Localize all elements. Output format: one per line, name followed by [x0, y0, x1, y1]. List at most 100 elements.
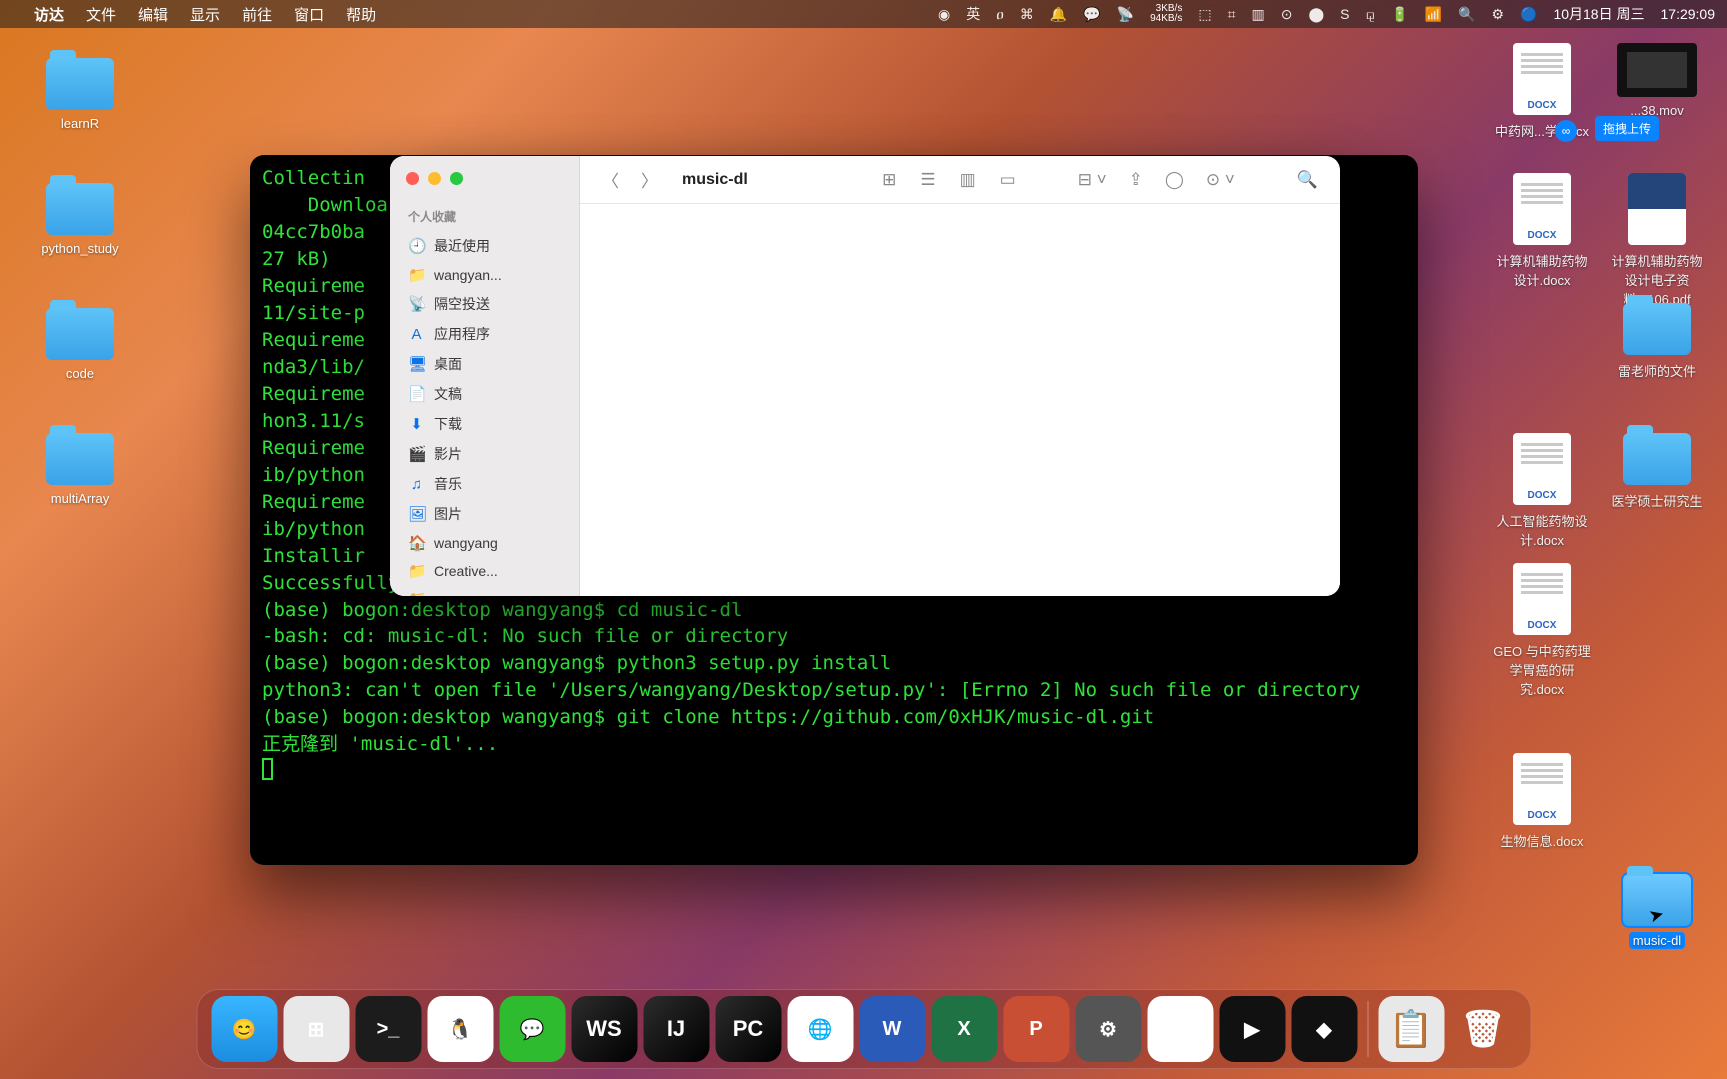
- sidebar-item[interactable]: 🎬影片: [390, 439, 579, 469]
- dock-app-chrome[interactable]: 🌐: [787, 996, 853, 1062]
- dock-app-qq[interactable]: 🐧: [427, 996, 493, 1062]
- sidebar-item[interactable]: 🕘最近使用: [390, 231, 579, 261]
- menu-edit[interactable]: 编辑: [138, 4, 168, 25]
- sidebar-icon: 📁: [408, 562, 425, 580]
- network-stats: 3KB/s94KB/s: [1150, 4, 1182, 24]
- sidebar-label: Creative...: [434, 563, 498, 579]
- finder-window[interactable]: 个人收藏 🕘最近使用📁wangyan...📡隔空投送A应用程序🖥桌面📄文稿⬇下载…: [390, 156, 1340, 596]
- desktop-item[interactable]: 人工智能药物设计.docx: [1492, 433, 1592, 549]
- dock-app-terminal[interactable]: >_: [355, 996, 421, 1062]
- dock-app-word[interactable]: W: [859, 996, 925, 1062]
- menu-help[interactable]: 帮助: [346, 4, 376, 25]
- search-button[interactable]: 🔍: [1291, 166, 1324, 194]
- sidebar-item[interactable]: 📄文稿: [390, 379, 579, 409]
- group-button[interactable]: ⊟ ˅: [1072, 166, 1113, 194]
- sidebar-item[interactable]: A应用程序: [390, 319, 579, 349]
- status-icon[interactable]: ⊙: [1281, 6, 1293, 23]
- desktop-item[interactable]: 中药网...学.docx: [1492, 43, 1592, 140]
- bluetooth-icon[interactable]: ⚼: [1365, 6, 1375, 23]
- cloud-sync-badge[interactable]: ∞: [1555, 120, 1577, 142]
- desktop-item[interactable]: 医学硕士研究生: [1607, 433, 1707, 510]
- dock-app-app[interactable]: ◆: [1291, 996, 1357, 1062]
- status-icon[interactable]: 英: [966, 4, 980, 24]
- desktop-folder[interactable]: learnR: [30, 58, 130, 131]
- minimize-button[interactable]: [428, 172, 441, 185]
- desktop-item[interactable]: 生物信息.docx: [1492, 753, 1592, 850]
- icon-view-button[interactable]: ⊞: [876, 166, 902, 194]
- desktop-item-label: 雷老师的文件: [1607, 361, 1707, 380]
- dock-app-powerpoint[interactable]: P: [1003, 996, 1069, 1062]
- desktop-folder[interactable]: multiArray: [30, 433, 130, 506]
- app-menu[interactable]: 访达: [34, 4, 64, 25]
- column-view-button[interactable]: ▥: [954, 166, 982, 194]
- docx-icon: [1513, 563, 1571, 635]
- desktop-item[interactable]: GEO 与中药药理学胃癌的研究.docx: [1492, 563, 1592, 698]
- desktop-item[interactable]: 计算机辅助药物设计.docx: [1492, 173, 1592, 289]
- control-center-icon[interactable]: ⚙: [1491, 6, 1504, 23]
- dock-app-launchpad[interactable]: ⊞: [283, 996, 349, 1062]
- status-icon[interactable]: ⬤: [1308, 6, 1324, 23]
- sidebar-item[interactable]: 📡隔空投送: [390, 289, 579, 319]
- sidebar-item[interactable]: ♫音乐: [390, 469, 579, 499]
- sidebar-item[interactable]: 🖥桌面: [390, 349, 579, 379]
- status-icon[interactable]: ◉: [938, 6, 950, 23]
- dock-app-wechat[interactable]: 💬: [499, 996, 565, 1062]
- search-icon[interactable]: 🔍: [1458, 6, 1475, 23]
- status-icon[interactable]: ▥: [1251, 6, 1264, 23]
- status-icon[interactable]: ⌘: [1020, 6, 1034, 23]
- dock-trash[interactable]: 🗑: [1450, 996, 1516, 1062]
- tags-button[interactable]: ◯: [1159, 166, 1190, 194]
- sidebar-label: 图片: [434, 504, 462, 524]
- folder-icon: [46, 308, 114, 360]
- docx-icon: [1513, 173, 1571, 245]
- status-icon[interactable]: ⬚: [1198, 6, 1211, 23]
- sidebar-label: 下载: [434, 414, 462, 434]
- sidebar-item[interactable]: 🖼图片: [390, 499, 579, 529]
- menu-window[interactable]: 窗口: [294, 4, 324, 25]
- dock-app-pycharm[interactable]: PC: [715, 996, 781, 1062]
- menu-date[interactable]: 10月18日 周三: [1553, 4, 1644, 24]
- desktop-item-label: GEO 与中药药理学胃癌的研究.docx: [1492, 641, 1592, 698]
- menu-go[interactable]: 前往: [242, 4, 272, 25]
- desktop-folder[interactable]: python_study: [30, 183, 130, 256]
- share-button[interactable]: ⇪: [1123, 166, 1149, 194]
- dock-app-settings[interactable]: ⚙: [1075, 996, 1141, 1062]
- sidebar-item[interactable]: 📁 Creative...: [390, 557, 579, 585]
- status-icon[interactable]: ⌗: [1228, 6, 1236, 23]
- sidebar-item[interactable]: 🏠wangyang: [390, 529, 579, 557]
- maximize-button[interactable]: [450, 172, 463, 185]
- sidebar-item[interactable]: ⬇下载: [390, 409, 579, 439]
- finder-content[interactable]: [580, 204, 1340, 596]
- dock-app-baidu[interactable]: ∞: [1147, 996, 1213, 1062]
- wifi-icon[interactable]: 📶: [1425, 6, 1442, 23]
- status-icon[interactable]: 🔔: [1050, 6, 1067, 23]
- desktop-folder[interactable]: code: [30, 308, 130, 381]
- list-view-button[interactable]: ☰: [914, 166, 941, 194]
- sidebar-item[interactable]: 📁wangyan...: [390, 261, 579, 289]
- dock-app-excel[interactable]: X: [931, 996, 997, 1062]
- status-icon[interactable]: 📡: [1117, 6, 1134, 23]
- siri-icon[interactable]: 🔵: [1520, 6, 1537, 23]
- dock-document[interactable]: 📋: [1378, 996, 1444, 1062]
- desktop-item[interactable]: ...38.mov: [1607, 43, 1707, 118]
- gallery-view-button[interactable]: ▭: [994, 166, 1022, 194]
- dock-app-webstorm[interactable]: WS: [571, 996, 637, 1062]
- menu-time[interactable]: 17:29:09: [1661, 6, 1716, 22]
- close-button[interactable]: [406, 172, 419, 185]
- upload-badge[interactable]: 拖拽上传: [1595, 116, 1659, 141]
- desktop-item[interactable]: 雷老师的文件: [1607, 303, 1707, 380]
- sidebar-item[interactable]: 📁myapp: [390, 585, 579, 596]
- status-icon[interactable]: S: [1340, 6, 1349, 22]
- forward-button[interactable]: 〉: [635, 163, 664, 196]
- battery-icon[interactable]: 🔋: [1391, 6, 1408, 23]
- dock-app-finder[interactable]: 😊: [211, 996, 277, 1062]
- action-button[interactable]: ⊙ ˅: [1200, 166, 1241, 194]
- dock-app-intellij[interactable]: IJ: [643, 996, 709, 1062]
- dock-app-media[interactable]: ▶: [1219, 996, 1285, 1062]
- menu-file[interactable]: 文件: [86, 4, 116, 25]
- status-icon[interactable]: 💬: [1083, 6, 1100, 23]
- status-icon[interactable]: ዐ: [996, 6, 1004, 23]
- menu-view[interactable]: 显示: [190, 4, 220, 25]
- desktop-item[interactable]: 计算机辅助药物设计电子资料...106.pdf: [1607, 173, 1707, 308]
- back-button[interactable]: 〈: [596, 163, 625, 196]
